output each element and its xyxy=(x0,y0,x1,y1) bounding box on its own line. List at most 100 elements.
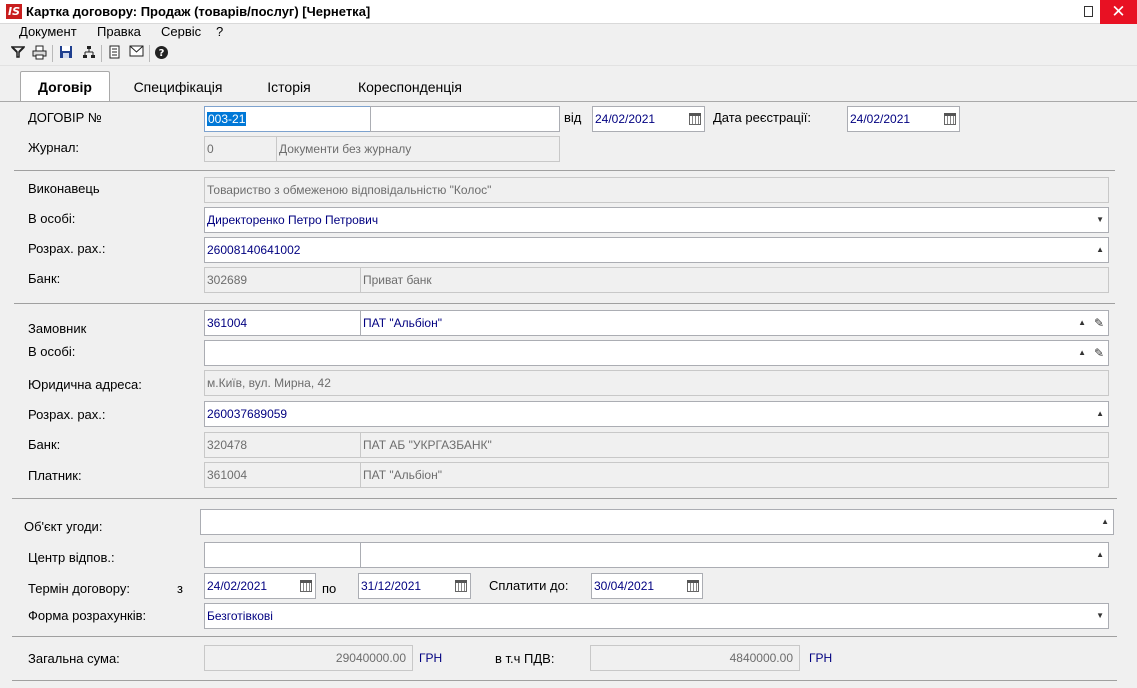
customer-account-label: Розрах. рах.: xyxy=(28,407,106,422)
payer-label: Платник: xyxy=(28,468,82,483)
chevron-up-icon[interactable]: ▲ xyxy=(1096,238,1104,262)
contract-number-field[interactable]: 003-21 xyxy=(204,106,371,132)
window-title: Картка договору: Продаж (товарів/послуг)… xyxy=(26,4,371,19)
chevron-down-icon[interactable]: ▼ xyxy=(1096,604,1104,628)
tab-specification[interactable]: Специфікація xyxy=(125,76,231,102)
payment-form-value: Безготівкові xyxy=(207,609,273,623)
journal-name-field: Документи без журналу xyxy=(276,136,560,162)
term-start-value: 24/02/2021 xyxy=(207,579,268,593)
payment-form-label: Форма розрахунків: xyxy=(28,608,147,623)
print-icon[interactable] xyxy=(31,45,48,62)
menu-bar: Документ Правка Сервіс ? xyxy=(0,24,1137,42)
calendar-icon[interactable] xyxy=(689,113,701,125)
executor-person-value: Директоренко Петро Петрович xyxy=(207,213,379,227)
customer-person-field[interactable]: ▲ ✎ xyxy=(204,340,1109,366)
term-end-value: 31/12/2021 xyxy=(361,579,422,593)
document-icon[interactable] xyxy=(106,45,123,62)
section-divider xyxy=(14,303,1115,304)
section-divider xyxy=(12,680,1117,681)
contract-term-label: Термін договору: xyxy=(28,581,130,596)
term-from-label: з xyxy=(177,581,183,596)
chevron-down-icon[interactable]: ▼ xyxy=(1096,208,1104,232)
customer-address-label: Юридична адреса: xyxy=(28,377,142,392)
customer-bank-name-field: ПАТ АБ "УКРГАЗБАНК" xyxy=(360,432,1109,458)
pay-until-field[interactable]: 30/04/2021 xyxy=(591,573,703,599)
executor-account-field[interactable]: 26008140641002 ▲ xyxy=(204,237,1109,263)
chevron-up-icon[interactable]: ▲ xyxy=(1101,510,1109,534)
tab-strip: Договір Специфікація Історія Кореспонден… xyxy=(0,66,1137,102)
hierarchy-icon[interactable] xyxy=(80,45,97,62)
chevron-up-icon[interactable]: ▲ xyxy=(1096,402,1104,426)
executor-person-select[interactable]: Директоренко Петро Петрович ▼ xyxy=(204,207,1109,233)
total-sum-currency: ГРН xyxy=(419,651,443,665)
edit-pencil-icon[interactable]: ✎ xyxy=(1094,341,1104,365)
responsibility-center-name-field[interactable]: ▲ xyxy=(360,542,1109,568)
customer-name-value: ПАТ "Альбіон" xyxy=(363,316,442,330)
customer-bank-label: Банк: xyxy=(28,437,61,452)
menu-edit[interactable]: Правка xyxy=(97,24,141,42)
pay-until-value: 30/04/2021 xyxy=(594,579,655,593)
total-sum-label: Загальна сума: xyxy=(28,651,120,666)
contract-panel: ДОГОВІР № 003-21 від 24/02/2021 Дата реє… xyxy=(0,101,1137,688)
tab-correspondence[interactable]: Кореспонденція xyxy=(345,76,475,102)
vat-label: в т.ч ПДВ: xyxy=(495,651,555,666)
save-icon[interactable] xyxy=(57,45,74,62)
help-icon[interactable]: ? xyxy=(153,45,170,62)
customer-code-field[interactable]: 361004 xyxy=(204,310,361,336)
contract-extra-field[interactable] xyxy=(370,106,560,132)
customer-account-value: 260037689059 xyxy=(207,407,288,421)
executor-bank-label: Банк: xyxy=(28,271,61,286)
edit-pencil-icon[interactable]: ✎ xyxy=(1094,311,1104,335)
journal-code-field: 0 xyxy=(204,136,277,162)
responsibility-center-label: Центр відпов.: xyxy=(28,550,115,565)
executor-bank-name-field: Приват банк xyxy=(360,267,1109,293)
toolbar-separator xyxy=(101,45,102,62)
term-start-field[interactable]: 24/02/2021 xyxy=(204,573,316,599)
journal-label: Журнал: xyxy=(28,140,80,155)
customer-account-field[interactable]: 260037689059 ▲ xyxy=(204,401,1109,427)
tab-contract[interactable]: Договір xyxy=(20,71,110,102)
term-to-label: по xyxy=(322,581,337,596)
title-bar: IS Картка договору: Продаж (товарів/посл… xyxy=(0,0,1137,24)
calendar-icon[interactable] xyxy=(455,580,467,592)
deal-object-field[interactable]: ▲ xyxy=(200,509,1114,535)
menu-service[interactable]: Сервіс xyxy=(161,24,201,42)
executor-person-label: В особі: xyxy=(28,211,76,226)
chevron-up-icon[interactable]: ▲ xyxy=(1096,543,1104,567)
close-button[interactable]: ✕ xyxy=(1100,0,1137,24)
term-end-field[interactable]: 31/12/2021 xyxy=(358,573,471,599)
section-divider xyxy=(12,636,1117,637)
menu-document[interactable]: Документ xyxy=(19,24,77,42)
executor-field: Товариство з обмеженою відповідальністю … xyxy=(204,177,1109,203)
calendar-icon[interactable] xyxy=(944,113,956,125)
tab-history[interactable]: Історія xyxy=(255,76,323,102)
filter-icon[interactable] xyxy=(9,45,26,62)
calendar-icon[interactable] xyxy=(687,580,699,592)
deal-object-label: Об'єкт угоди: xyxy=(24,519,103,534)
mail-icon[interactable] xyxy=(128,45,145,62)
contract-date-field[interactable]: 24/02/2021 xyxy=(592,106,705,132)
executor-label: Виконавець xyxy=(28,181,100,196)
close-icon: ✕ xyxy=(1111,2,1126,21)
customer-address-field: м.Київ, вул. Мирна, 42 xyxy=(204,370,1109,396)
customer-label: Замовник xyxy=(28,321,87,336)
chevron-up-icon[interactable]: ▲ xyxy=(1078,311,1086,335)
chevron-up-icon[interactable]: ▲ xyxy=(1078,341,1086,365)
vat-field: 4840000.00 xyxy=(590,645,800,671)
registration-date-label: Дата реєстрації: xyxy=(713,110,811,125)
customer-bank-code-field: 320478 xyxy=(204,432,361,458)
payment-form-select[interactable]: Безготівкові ▼ xyxy=(204,603,1109,629)
customer-name-field[interactable]: ПАТ "Альбіон" ▲ ✎ xyxy=(360,310,1109,336)
registration-date-value: 24/02/2021 xyxy=(850,112,911,126)
app-logo: IS xyxy=(6,4,22,19)
total-sum-field: 29040000.00 xyxy=(204,645,413,671)
toolbar-separator xyxy=(52,45,53,62)
section-divider xyxy=(12,498,1117,499)
calendar-icon[interactable] xyxy=(300,580,312,592)
responsibility-center-code-field[interactable] xyxy=(204,542,361,568)
executor-account-label: Розрах. рах.: xyxy=(28,241,106,256)
menu-help[interactable]: ? xyxy=(216,24,223,42)
registration-date-field[interactable]: 24/02/2021 xyxy=(847,106,960,132)
contract-number-label: ДОГОВІР № xyxy=(28,110,102,125)
contract-date-label: від xyxy=(564,110,582,125)
